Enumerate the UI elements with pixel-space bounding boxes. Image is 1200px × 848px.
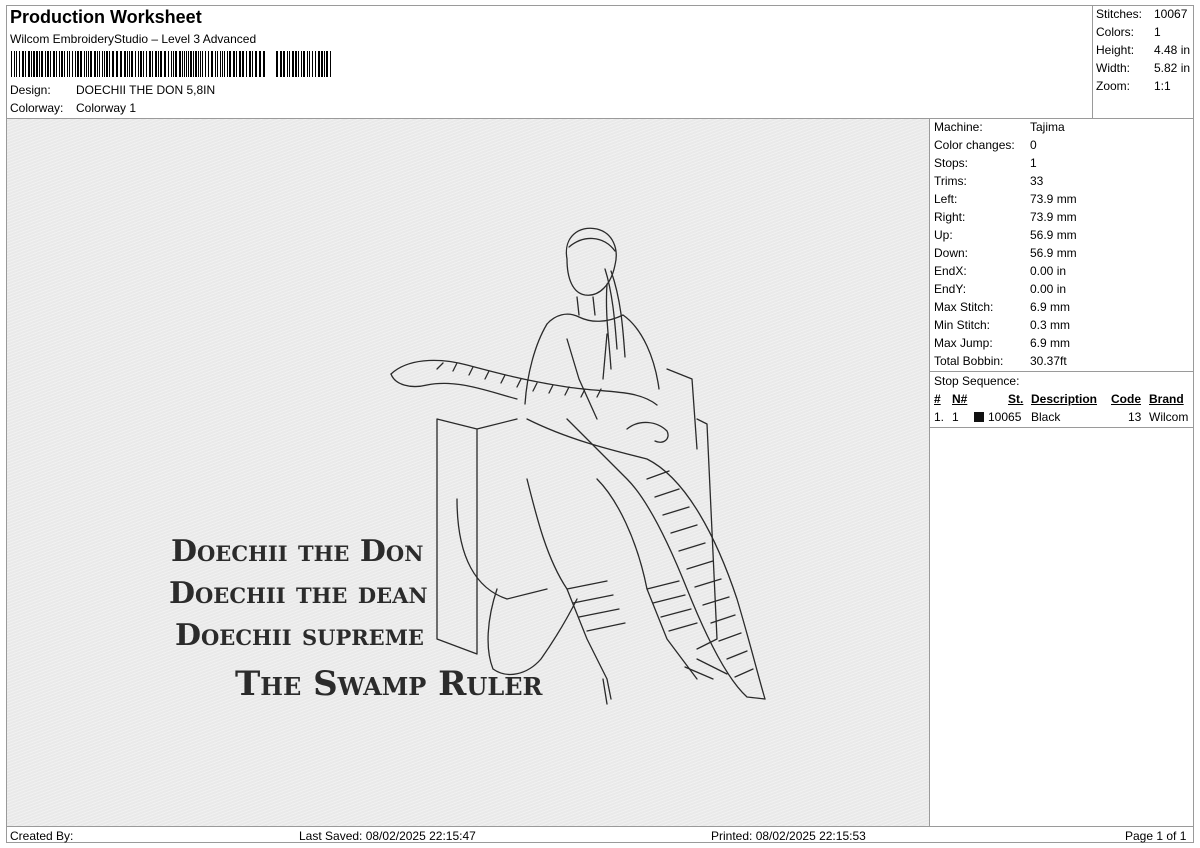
detail-row-colorchanges: Color changes: 0 [934,138,1037,152]
barcode-icon [11,51,331,77]
detail-row-endx: EndX: 0.00 in [934,264,1067,278]
page-number: Page 1 of 1 [1125,829,1187,843]
detail-row-trims: Trims: 33 [934,174,1044,188]
design-value: DOECHII THE DON 5,8IN [76,83,216,97]
summary-zoom: Zoom: 1:1 [1096,79,1171,93]
last-saved: Last Saved: 08/02/2025 22:15:47 [299,829,476,843]
design-text-line3: Doechii supreme [175,618,424,653]
summary-height: Height: 4.48 in [1096,43,1191,57]
worksheet-frame: Production Worksheet Wilcom EmbroiderySt… [6,5,1194,843]
detail-row-down: Down: 56.9 mm [934,246,1077,260]
design-text-line2: Doechii the dean [169,576,428,611]
sequence-divider [930,427,1193,428]
summary-colors: Colors: 1 [1096,25,1161,39]
detail-row-left: Left: 73.9 mm [934,192,1077,206]
detail-row-right: Right: 73.9 mm [934,210,1077,224]
design-row: Design: DOECHII THE DON 5,8IN [10,83,215,97]
col-index: # [934,392,941,406]
worksheet-header: Production Worksheet Wilcom EmbroiderySt… [7,6,1093,119]
design-text-line1: Doechii the Don [171,534,423,569]
colorway-row: Colorway: Colorway 1 [10,101,136,115]
colorway-label: Colorway: [10,101,64,115]
page-title: Production Worksheet [10,7,202,27]
software-name: Wilcom EmbroideryStudio – Level 3 Advanc… [10,32,257,46]
design-preview: Doechii the Don Doechii the dean Doechii… [169,227,766,705]
summary-stitches: Stitches: 10067 [1096,7,1188,21]
detail-row-totalbobbin: Total Bobbin: 30.37ft [934,354,1067,368]
color-swatch [974,412,984,422]
detail-row-endy: EndY: 0.00 in [934,282,1067,296]
col-brand: Brand [1149,392,1184,406]
design-text-line4: The Swamp Ruler [235,664,544,704]
detail-row-minstitch: Min Stitch: 0.3 mm [934,318,1071,332]
created-by: Created By: [10,829,74,843]
col-stitches: St. [1008,392,1024,406]
design-canvas: Doechii the Don Doechii the dean Doechii… [7,119,930,826]
col-code: Code [1111,392,1141,406]
figure-illustration [390,227,766,705]
detail-row-stops: Stops: 1 [934,156,1037,170]
worksheet-footer: Created By: Last Saved: 08/02/2025 22:15… [7,826,1193,844]
detail-row-machine: Machine: Tajima [934,120,1065,134]
colorway-value: Colorway 1 [76,101,137,115]
detail-row-maxjump: Max Jump: 6.9 mm [934,336,1071,350]
detail-row-maxstitch: Max Stitch: 6.9 mm [934,300,1071,314]
details-panel: Machine: Tajima Color changes: 0 Stops: 1 Trim… [930,119,1193,826]
stop-sequence-title: Stop Sequence: [934,374,1020,388]
details-divider [930,371,1193,372]
col-description: Description [1031,392,1098,406]
printed-date: Printed: 08/02/2025 22:15:53 [711,829,866,843]
col-needle: N# [952,392,968,406]
summary-width: Width: 5.82 in [1096,61,1191,75]
summary-panel: Stitches: 10067 Colors: 1 Height: 4.48 in W… [1093,6,1193,119]
design-label: Design: [10,83,51,97]
detail-row-up: Up: 56.9 mm [934,228,1077,242]
